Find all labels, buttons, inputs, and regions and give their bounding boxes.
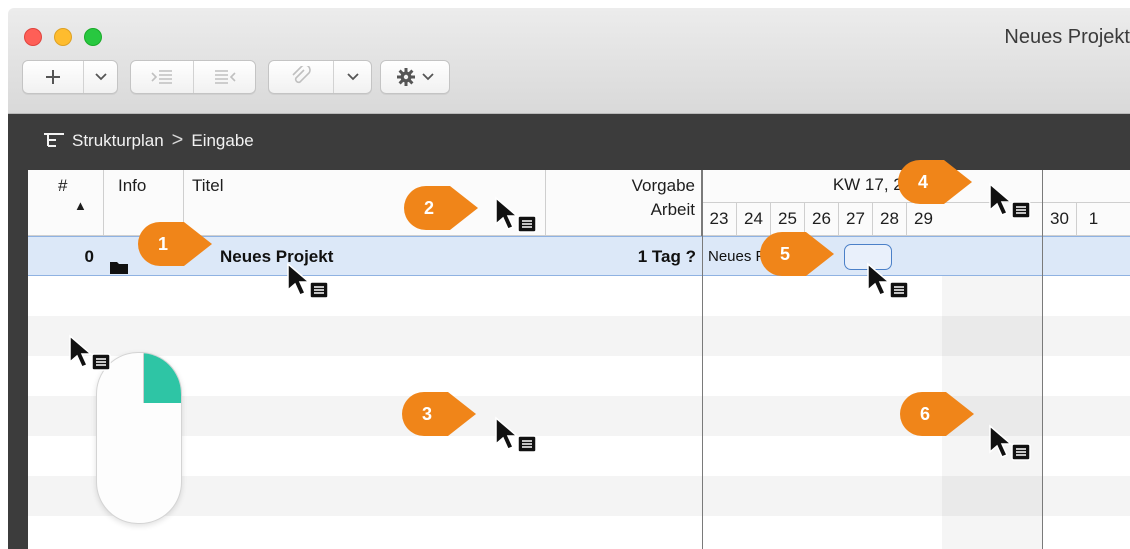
zoom-window-button[interactable]	[84, 28, 102, 46]
indent-icon	[151, 70, 172, 84]
structure-plan-icon	[44, 132, 64, 147]
column-info-label: Info	[118, 176, 147, 195]
chevron-down-icon	[422, 73, 434, 81]
callout-number: 3	[421, 404, 432, 424]
add-button[interactable]	[23, 61, 83, 93]
indent-button[interactable]	[131, 61, 193, 93]
callout-4: 4	[894, 156, 974, 208]
window-titlebar: Neues Projekt	[8, 8, 1130, 114]
add-button-group	[22, 60, 118, 94]
gear-icon	[397, 68, 415, 86]
context-menu-cursor-icon	[69, 334, 111, 371]
gantt-day: 27	[838, 202, 872, 236]
context-menu-cursor-icon	[989, 424, 1031, 461]
mouse-right-button-highlight	[144, 353, 181, 403]
plus-icon	[46, 70, 60, 84]
callout-number: 5	[779, 244, 790, 264]
column-header-work[interactable]: Vorgabe Arbeit	[546, 170, 702, 236]
callout-3: 3	[398, 388, 478, 440]
link-button[interactable]	[269, 61, 333, 93]
breadcrumb-separator: >	[171, 129, 184, 151]
context-menu-cursor-icon	[867, 262, 909, 299]
row-number: 0	[84, 247, 94, 266]
link-menu-button[interactable]	[333, 61, 371, 93]
chevron-down-icon	[346, 73, 359, 81]
gantt-divider	[702, 170, 703, 549]
breadcrumb-current[interactable]: Eingabe	[191, 131, 253, 151]
breadcrumb-root[interactable]: Strukturplan	[72, 131, 164, 151]
left-edge	[8, 170, 28, 549]
context-menu-cursor-icon	[495, 196, 537, 233]
callout-number: 2	[423, 198, 434, 218]
chevron-down-icon	[94, 73, 107, 81]
outdent-icon	[214, 70, 236, 84]
context-menu-cursor-icon	[495, 416, 537, 453]
mouse-button-divider	[143, 353, 144, 403]
column-number-label: #	[58, 176, 68, 195]
column-header-title[interactable]: Titel	[184, 170, 546, 236]
breadcrumb: Strukturplan > Eingabe	[42, 129, 254, 152]
sort-ascending-icon: ▲	[74, 198, 87, 213]
folder-icon	[110, 249, 128, 274]
paperclip-link-icon	[292, 66, 311, 84]
action-menu-button[interactable]	[380, 60, 450, 94]
gantt-day: 23	[709, 209, 729, 228]
minimize-window-button[interactable]	[54, 28, 72, 46]
callout-number: 4	[917, 172, 928, 192]
callout-2: 2	[400, 182, 480, 234]
callout-number: 1	[157, 234, 168, 254]
context-menu-cursor-icon	[287, 262, 329, 299]
right-click-mouse-icon	[96, 352, 182, 524]
week-divider	[1042, 170, 1043, 549]
context-menu-cursor-icon	[989, 182, 1031, 219]
outdent-button[interactable]	[193, 61, 255, 93]
callout-number: 6	[919, 404, 930, 424]
add-menu-button[interactable]	[83, 61, 117, 93]
gantt-day: 30	[1042, 202, 1076, 236]
column-work-label-2: Arbeit	[650, 200, 695, 219]
indent-button-group	[130, 60, 256, 94]
action-menu-content	[381, 61, 449, 93]
callout-1: 1	[134, 218, 214, 270]
link-button-group	[268, 60, 372, 94]
window-title: Neues Projekt	[1004, 26, 1130, 48]
column-title-label: Titel	[192, 176, 224, 195]
callout-5: 5	[756, 228, 836, 280]
row-work[interactable]: 1 Tag ?	[546, 237, 696, 277]
gantt-day: 1	[1076, 202, 1110, 236]
column-header-number[interactable]: # ▲	[28, 170, 104, 236]
column-work-label-1: Vorgabe	[631, 176, 695, 195]
callout-6: 6	[896, 388, 976, 440]
close-window-button[interactable]	[24, 28, 42, 46]
